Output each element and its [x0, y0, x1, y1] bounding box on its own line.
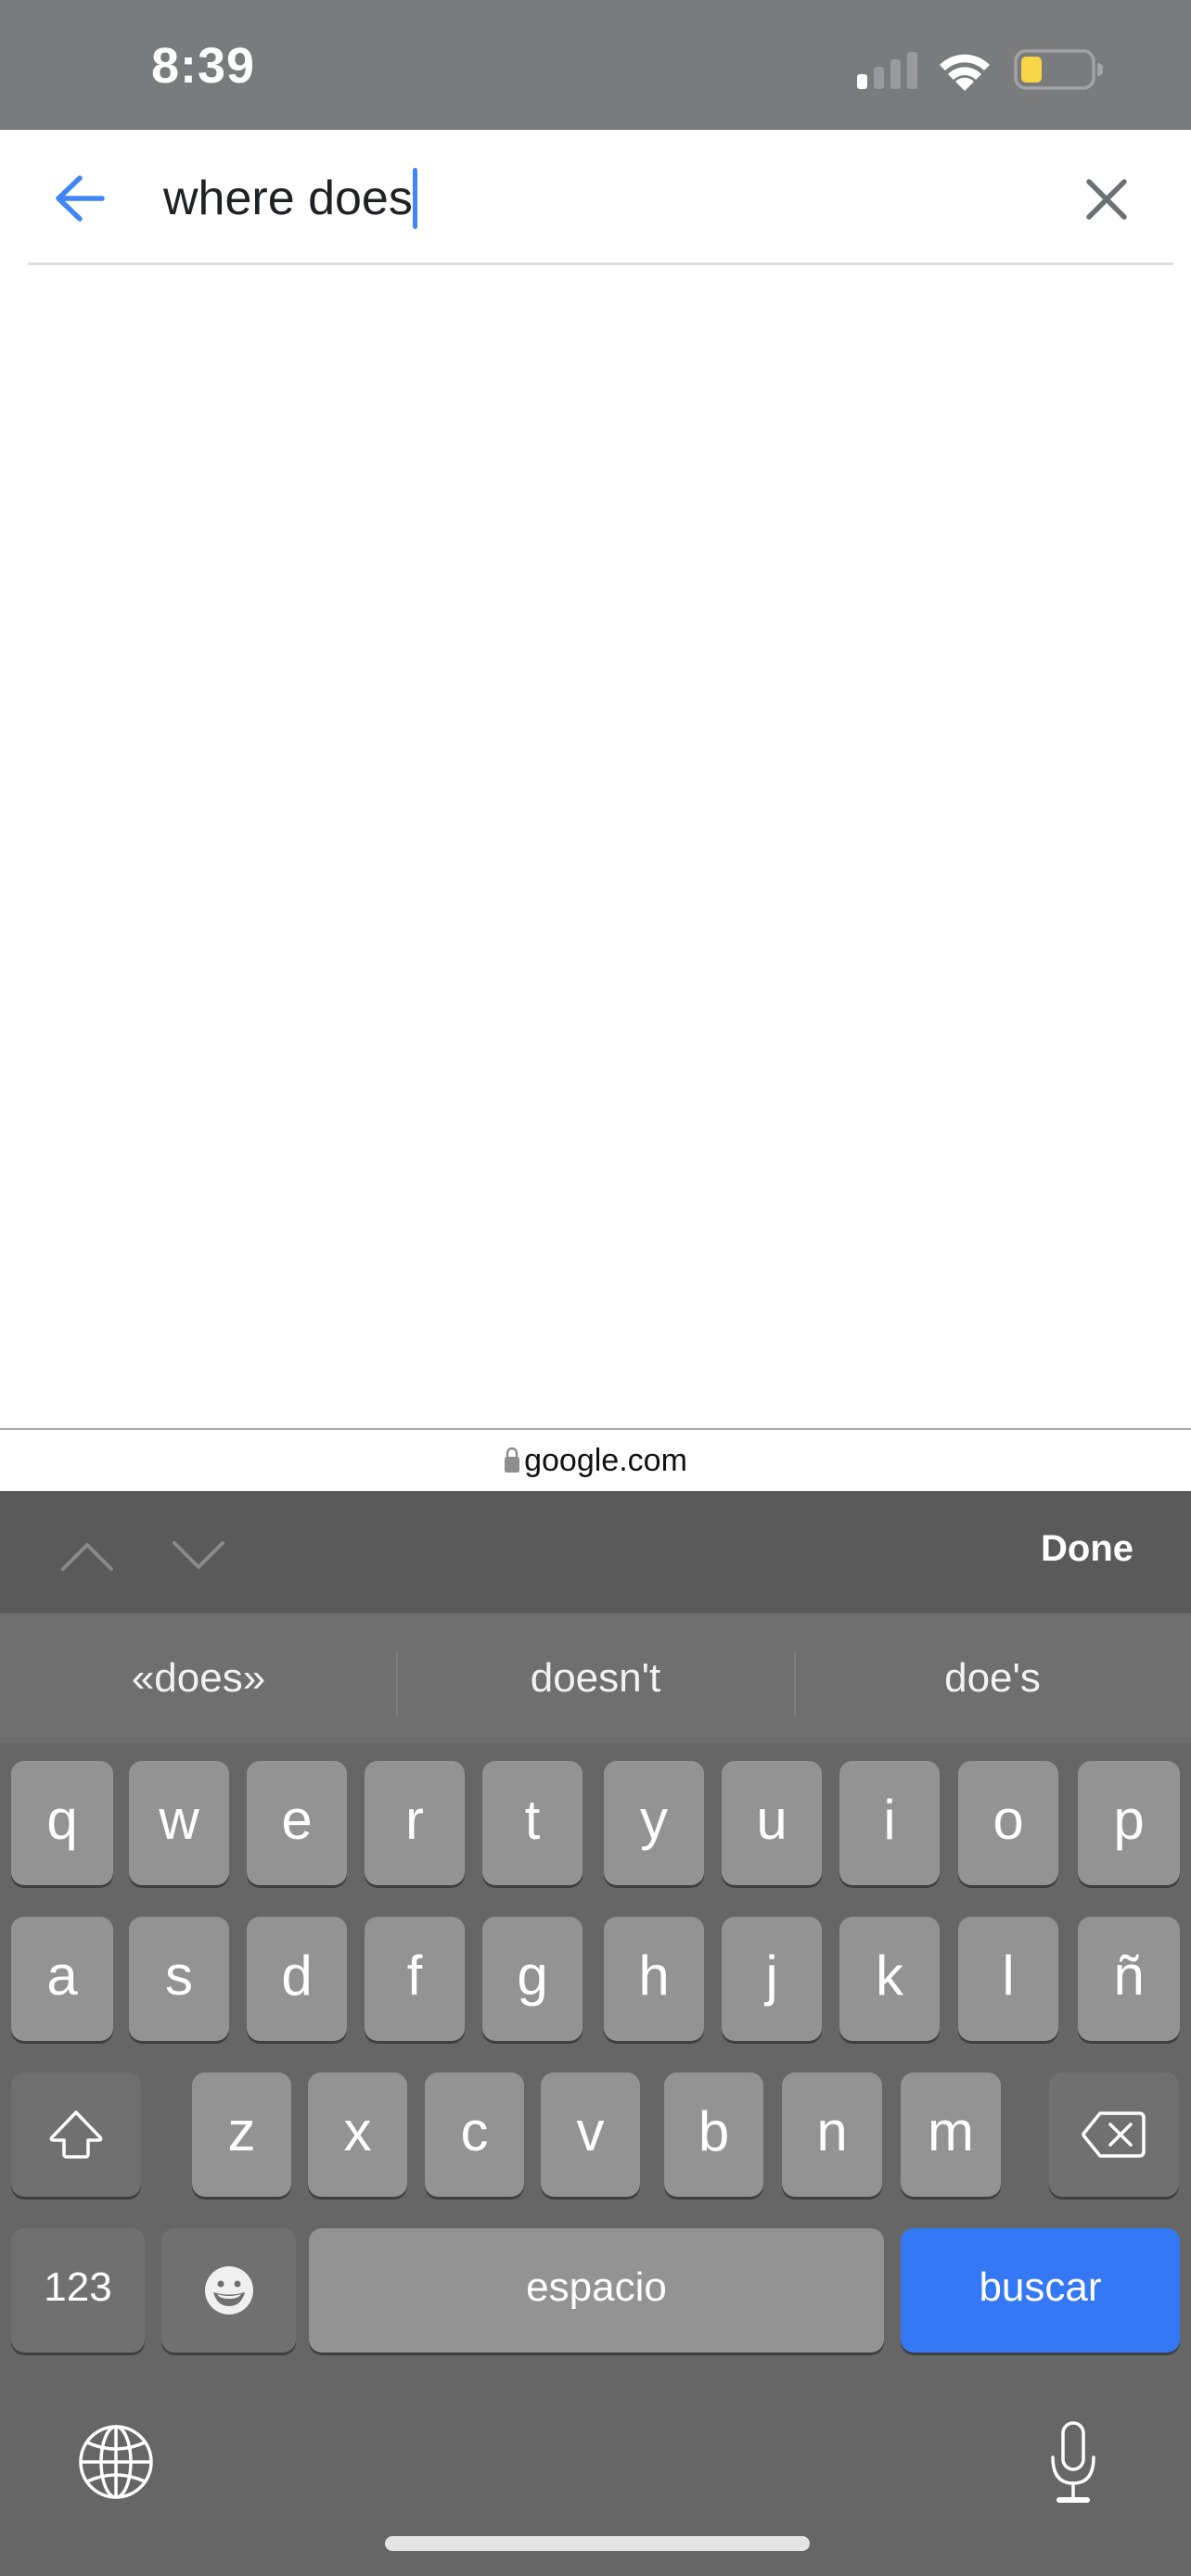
key-f[interactable]: f — [365, 1917, 465, 2041]
key-label: p — [1113, 1789, 1145, 1851]
key-label: y — [640, 1789, 668, 1851]
key-label: i — [883, 1789, 896, 1851]
suggestion-item[interactable]: «does» — [0, 1613, 397, 1743]
key-n[interactable]: n — [782, 2072, 882, 2197]
key-z[interactable]: z — [192, 2072, 291, 2197]
key-label: m — [928, 2100, 974, 2162]
key-g[interactable]: g — [482, 1917, 583, 2041]
done-button[interactable]: Done — [1041, 1528, 1133, 1570]
key-label: z — [227, 2100, 256, 2162]
key-h[interactable]: h — [604, 1917, 704, 2041]
key-j[interactable]: j — [722, 1917, 822, 2041]
space-key[interactable]: espacio — [309, 2228, 884, 2353]
key-label: f — [406, 1945, 423, 2007]
numbers-key[interactable]: 123 — [11, 2228, 145, 2353]
key-e[interactable]: e — [247, 1761, 347, 1885]
form-accessory-toolbar: Done — [0, 1491, 1191, 1613]
page-content — [0, 267, 1191, 1429]
chevron-up-icon[interactable] — [59, 1539, 115, 1573]
search-header: where does — [0, 130, 1191, 267]
key-label: h — [638, 1945, 670, 2007]
keyboard: q w e r t y u i o p a s d f g h j k l ñ … — [0, 1743, 1191, 2576]
key-label: k — [876, 1945, 903, 2007]
key-label: espacio — [526, 2264, 667, 2310]
key-label: b — [698, 2100, 730, 2162]
backspace-key[interactable] — [1049, 2072, 1179, 2197]
key-o[interactable]: o — [958, 1761, 1058, 1885]
key-k[interactable]: k — [839, 1917, 940, 2041]
key-q[interactable]: q — [11, 1761, 113, 1885]
suggestion-item[interactable]: doesn't — [397, 1613, 794, 1743]
key-u[interactable]: u — [722, 1761, 822, 1885]
backspace-icon — [1082, 2111, 1146, 2158]
key-d[interactable]: d — [247, 1917, 347, 2041]
key-y[interactable]: y — [604, 1761, 704, 1885]
key-label: ñ — [1113, 1945, 1145, 2007]
key-label: q — [46, 1789, 78, 1851]
key-label: c — [460, 2100, 489, 2162]
header-divider — [28, 262, 1173, 265]
lock-icon — [505, 1447, 520, 1473]
globe-icon[interactable] — [78, 2424, 154, 2500]
close-icon[interactable] — [1083, 176, 1130, 223]
shift-icon — [49, 2111, 103, 2159]
battery-level — [1021, 57, 1042, 83]
key-label: r — [405, 1789, 424, 1851]
key-t[interactable]: t — [482, 1761, 583, 1885]
arrow-left-icon[interactable] — [54, 174, 106, 223]
search-return-key[interactable]: buscar — [901, 2228, 1180, 2353]
key-b[interactable]: b — [664, 2072, 763, 2197]
shift-key[interactable] — [11, 2072, 141, 2197]
battery-icon — [1014, 49, 1103, 90]
home-indicator[interactable] — [385, 2536, 810, 2551]
key-x[interactable]: x — [308, 2072, 407, 2197]
search-query-text: where does — [163, 172, 413, 225]
key-label: v — [576, 2100, 605, 2162]
key-label: g — [517, 1945, 548, 2007]
url-domain: google.com — [524, 1442, 687, 1478]
wifi-icon — [940, 54, 990, 91]
key-label: u — [756, 1789, 788, 1851]
key-i[interactable]: i — [839, 1761, 940, 1885]
microphone-icon[interactable] — [1048, 2420, 1098, 2504]
status-time: 8:39 — [151, 38, 256, 94]
search-input[interactable]: where does — [163, 156, 1044, 241]
key-label: 123 — [44, 2264, 112, 2310]
chevron-down-icon[interactable] — [171, 1539, 226, 1573]
key-m[interactable]: m — [901, 2072, 1001, 2197]
emoji-icon — [204, 2266, 253, 2315]
key-label: t — [524, 1789, 541, 1851]
key-label: w — [159, 1789, 199, 1851]
key-v[interactable]: v — [541, 2072, 640, 2197]
key-c[interactable]: c — [425, 2072, 524, 2197]
key-r[interactable]: r — [365, 1761, 465, 1885]
key-n-tilde[interactable]: ñ — [1078, 1917, 1180, 2041]
key-label: s — [165, 1945, 193, 2007]
key-label: a — [46, 1945, 78, 2007]
url-bar[interactable]: google.com — [0, 1428, 1191, 1491]
key-label: n — [816, 2100, 848, 2162]
key-s[interactable]: s — [129, 1917, 229, 2041]
key-l[interactable]: l — [958, 1917, 1058, 2041]
text-caret — [412, 168, 417, 229]
cellular-signal-icon — [857, 52, 917, 89]
key-label: buscar — [979, 2264, 1102, 2310]
key-w[interactable]: w — [129, 1761, 229, 1885]
key-label: j — [765, 1945, 778, 2007]
suggestion-item[interactable]: doe's — [794, 1613, 1191, 1743]
key-label: o — [992, 1789, 1024, 1851]
key-label: l — [1002, 1945, 1015, 2007]
key-label: x — [343, 2100, 372, 2162]
predictive-text-bar: «does» doesn't doe's — [0, 1613, 1191, 1743]
key-label: e — [281, 1789, 313, 1851]
key-a[interactable]: a — [11, 1917, 113, 2041]
key-p[interactable]: p — [1078, 1761, 1180, 1885]
emoji-key[interactable] — [161, 2228, 296, 2353]
status-bar: 8:39 — [0, 0, 1191, 130]
key-label: d — [281, 1945, 313, 2007]
